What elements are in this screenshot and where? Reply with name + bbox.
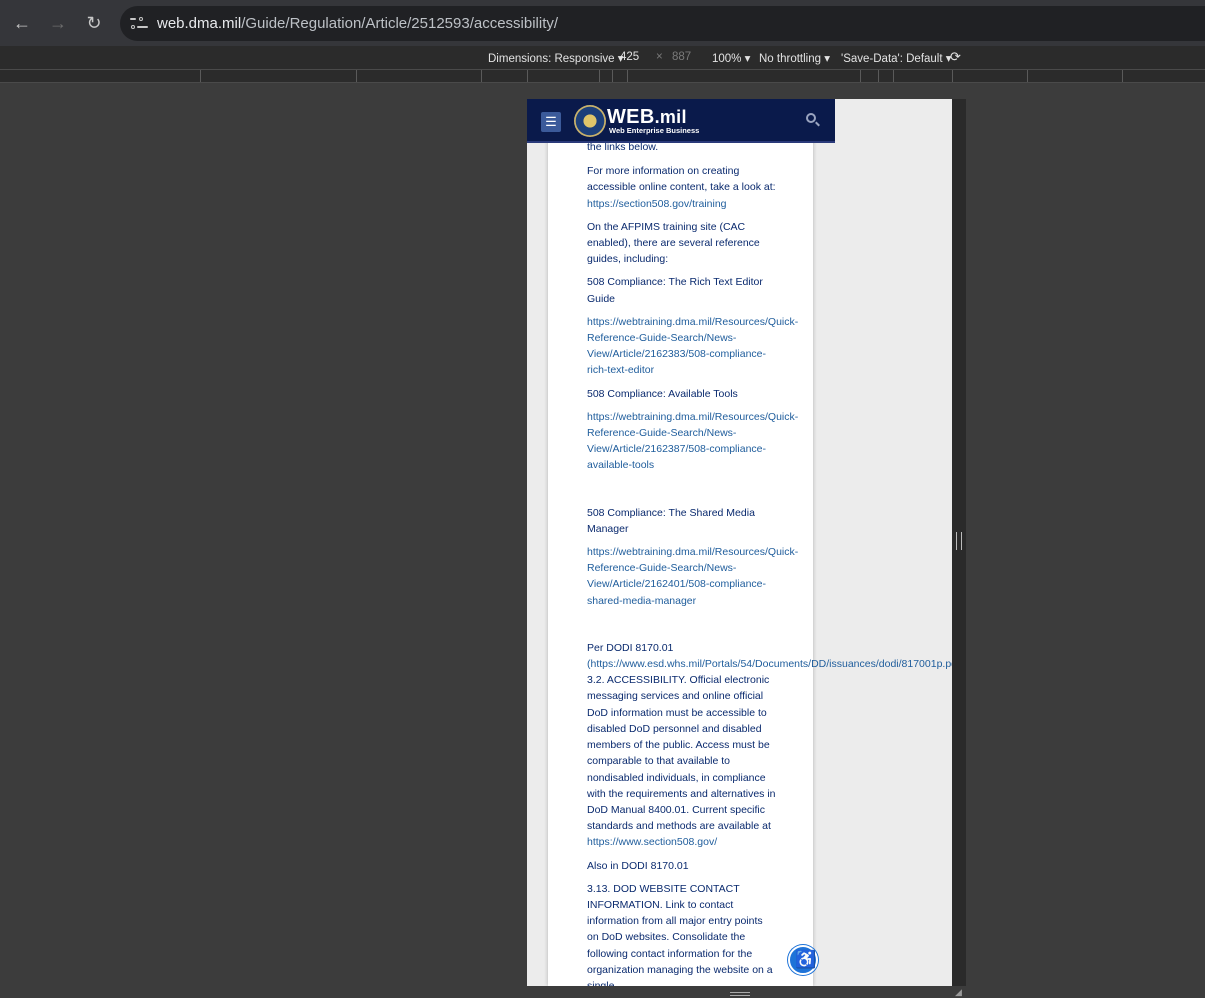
paragraph: For more information on creating accessi… xyxy=(587,165,776,210)
site-header: ☰ WEB.mil Web Enterprise Business xyxy=(527,99,835,143)
dodi-paragraph: Per DODI 8170.01 (https://www.esd.whs.mi… xyxy=(587,640,952,851)
paragraph: Also in DODI 8170.01 xyxy=(587,859,689,872)
url-text: web.dma.mil/Guide/Regulation/Article/251… xyxy=(157,15,559,32)
guide-title: 508 Compliance: The Shared Media Manager xyxy=(587,506,755,535)
save-data-select[interactable]: 'Save-Data': Default ▾ xyxy=(841,51,952,65)
forward-button[interactable]: → xyxy=(47,12,69,34)
rotate-icon[interactable]: ⟳ xyxy=(950,49,961,65)
dimensions-select[interactable]: Dimensions: Responsive ▾ xyxy=(488,51,624,65)
accessibility-widget-button[interactable]: ♿ xyxy=(788,945,818,975)
right-resize-handle[interactable] xyxy=(956,532,962,550)
menu-icon[interactable]: ☰ xyxy=(541,112,561,132)
section508-training-link[interactable]: https://section508.gov/training xyxy=(587,198,727,210)
dod-seal-logo[interactable] xyxy=(574,105,606,137)
paragraph: On the AFPIMS training site (CAC enabled… xyxy=(587,220,760,266)
bottom-resize-handle[interactable] xyxy=(730,992,750,996)
device-toolbar: Dimensions: Responsive ▾ 425 × 887 100% … xyxy=(0,46,1205,69)
address-bar[interactable]: web.dma.mil/Guide/Regulation/Article/251… xyxy=(120,6,1205,41)
guide-link[interactable]: https://webtraining.dma.mil/Resources/Qu… xyxy=(587,314,807,379)
back-button[interactable]: ← xyxy=(11,12,33,34)
article-body: the links below. For more information on… xyxy=(587,139,952,986)
width-input[interactable]: 425 xyxy=(620,51,639,63)
reload-button[interactable]: ↻ xyxy=(83,12,105,34)
search-icon[interactable] xyxy=(805,112,821,128)
browser-toolbar: ← → ↻ web.dma.mil/Guide/Regulation/Artic… xyxy=(0,0,1205,46)
guide-link[interactable]: https://webtraining.dma.mil/Resources/Qu… xyxy=(587,544,807,609)
contact-paragraph: 3.13. DOD WEBSITE CONTACT INFORMATION. L… xyxy=(587,882,773,986)
throttling-select[interactable]: No throttling ▾ xyxy=(759,51,830,65)
dimension-separator: × xyxy=(656,51,663,63)
corner-resize-icon[interactable]: ◢ xyxy=(955,987,965,997)
guide-link[interactable]: https://webtraining.dma.mil/Resources/Qu… xyxy=(587,409,807,474)
guide-title: 508 Compliance: Available Tools xyxy=(587,387,738,400)
emulated-viewport: ☰ WEB.mil Web Enterprise Business the li… xyxy=(527,99,952,986)
media-query-ruler[interactable] xyxy=(0,69,1205,83)
site-info-icon[interactable] xyxy=(130,14,148,32)
zoom-select[interactable]: 100% ▾ xyxy=(712,51,750,65)
site-tagline: Web Enterprise Business xyxy=(609,126,700,135)
dodi-pdf-link[interactable]: (https://www.esd.whs.mil/Portals/54/Docu… xyxy=(587,658,952,670)
section508-link[interactable]: https://www.section508.gov/ xyxy=(587,836,717,848)
accessibility-icon: ♿ xyxy=(795,950,817,969)
height-input[interactable]: 887 xyxy=(672,51,691,63)
guide-title: 508 Compliance: The Rich Text Editor Gui… xyxy=(587,276,763,305)
